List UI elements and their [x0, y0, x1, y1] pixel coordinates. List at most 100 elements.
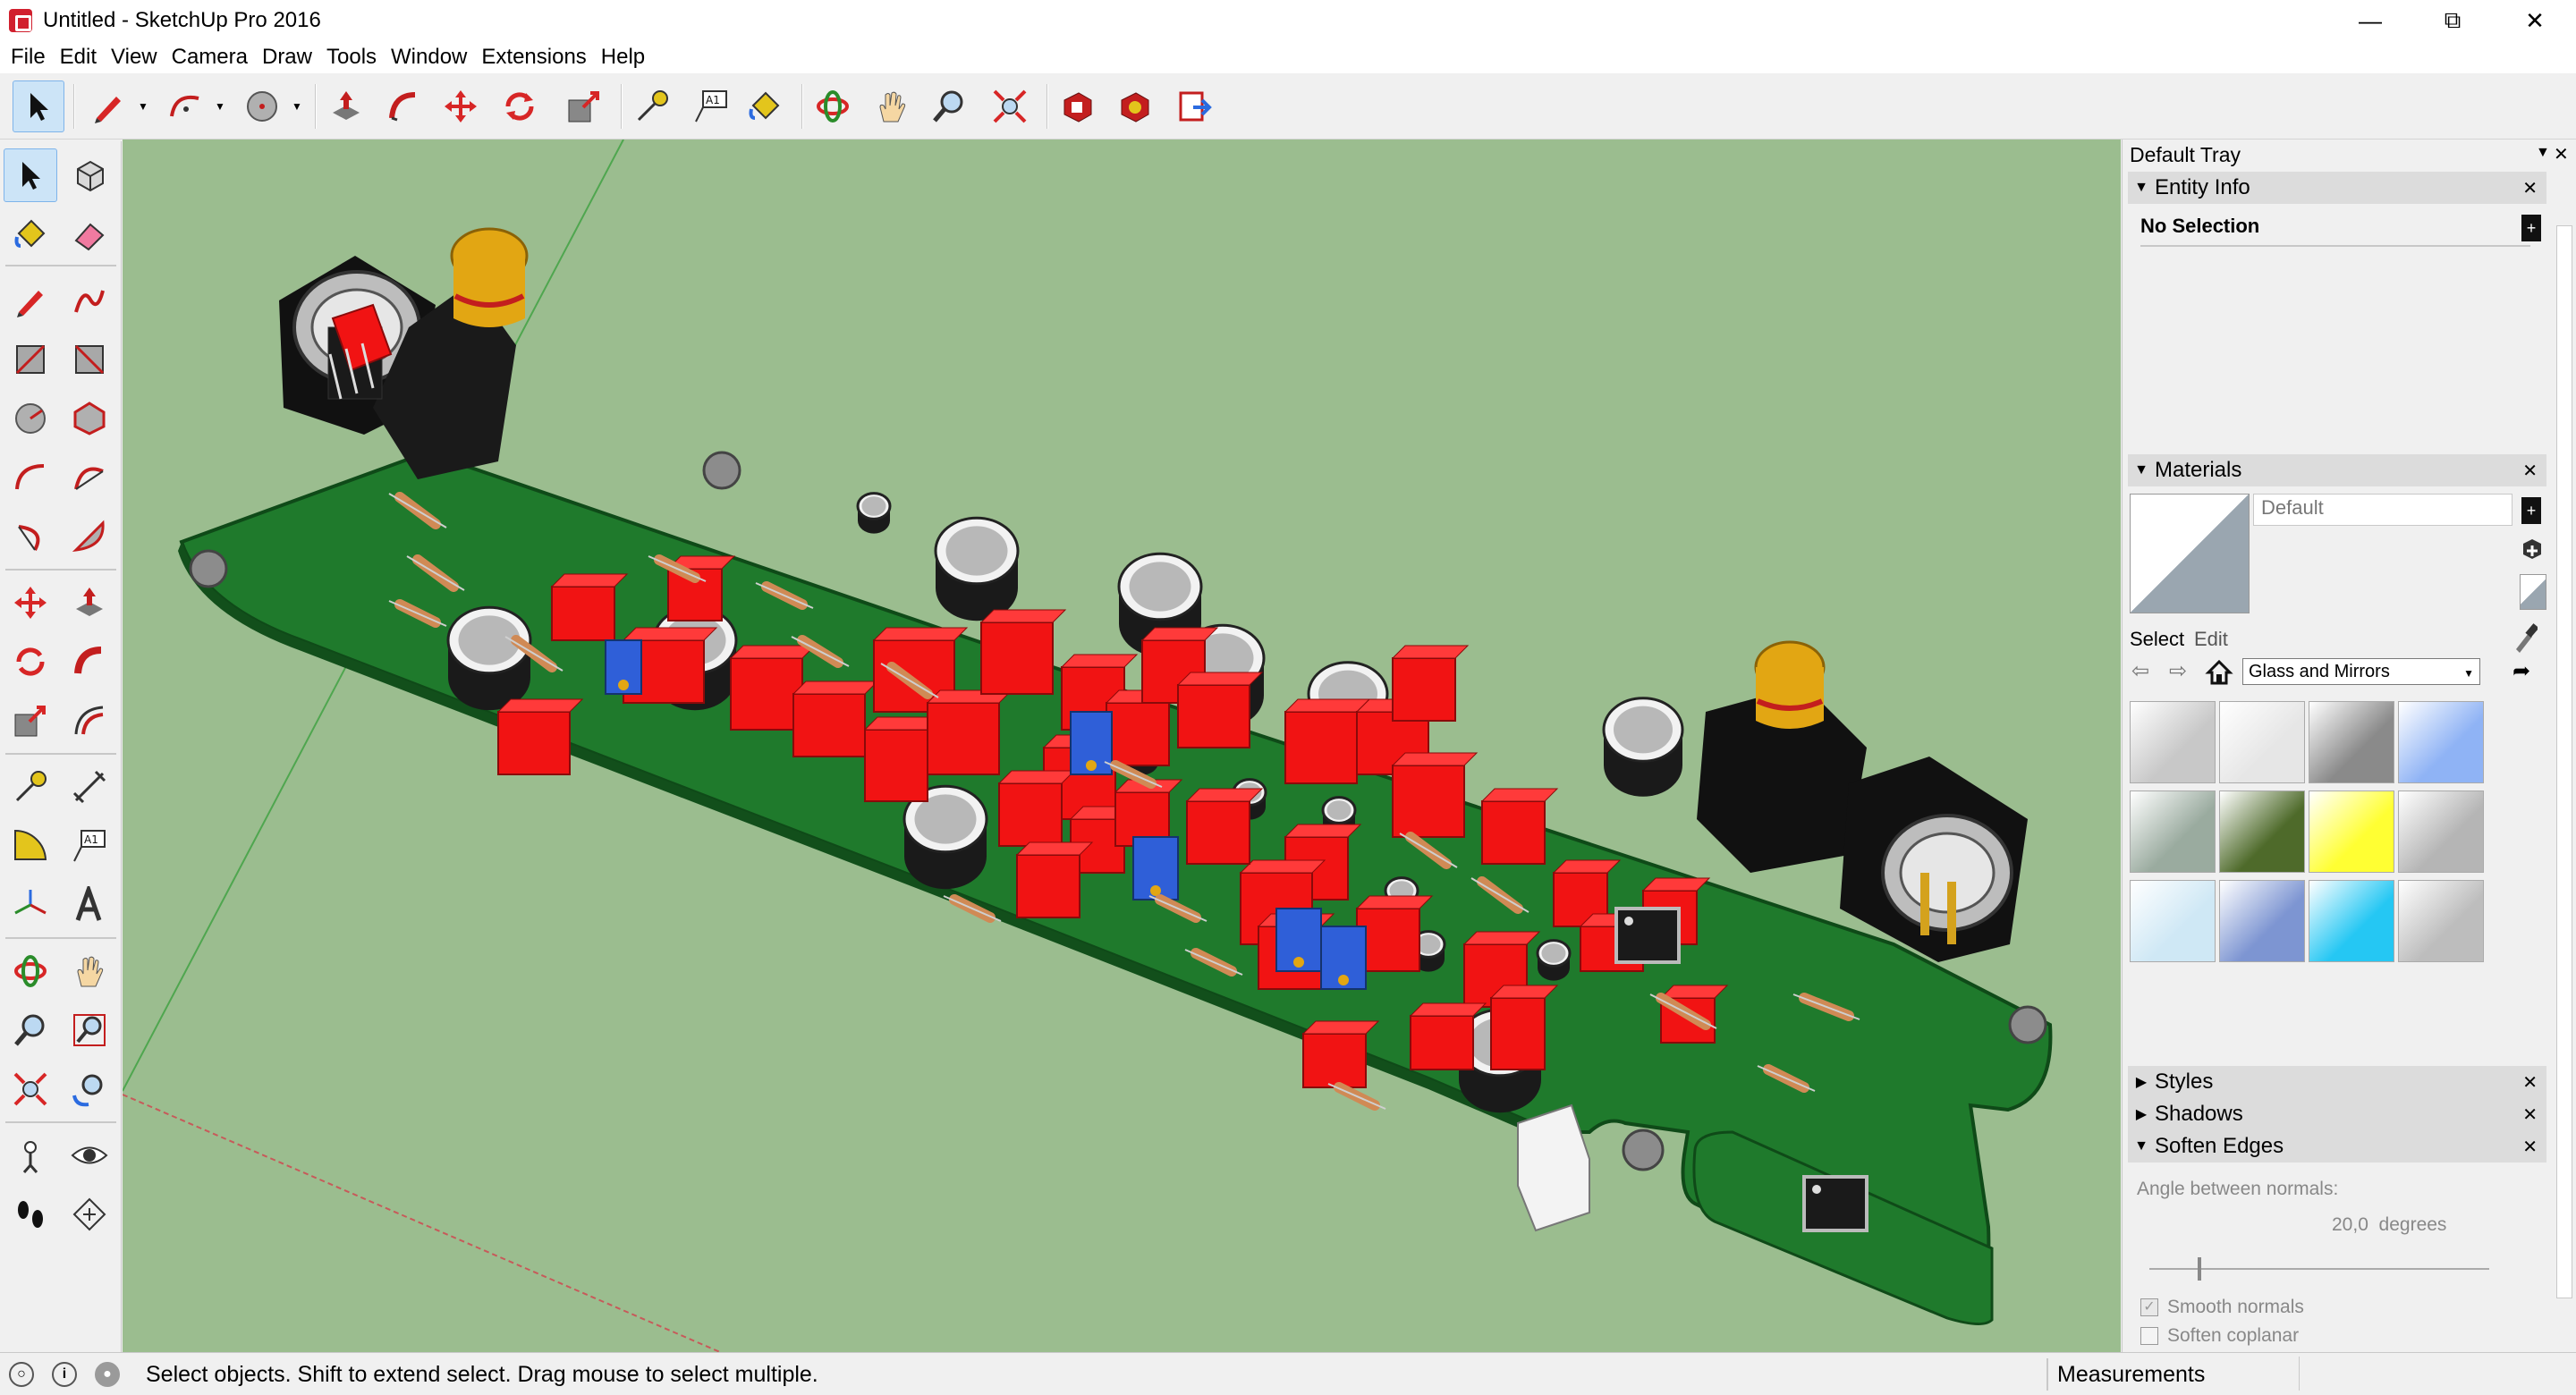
- menu-edit[interactable]: Edit: [53, 41, 104, 73]
- tool-rectangle[interactable]: [4, 333, 57, 386]
- angle-slider-handle[interactable]: [2198, 1257, 2201, 1281]
- details-toggle-icon[interactable]: +: [2521, 215, 2541, 241]
- tool-zoom-extents[interactable]: [4, 1062, 57, 1116]
- material-swatch-glass-gray-1[interactable]: [2130, 701, 2216, 783]
- tool-paint-bucket[interactable]: [4, 207, 57, 261]
- tool-2point-arc[interactable]: [63, 451, 116, 504]
- tray-scrollbar[interactable]: [2553, 190, 2576, 1352]
- close-icon[interactable]: ✕: [2522, 177, 2538, 199]
- styles-header[interactable]: ▶ Styles ✕: [2128, 1066, 2546, 1098]
- material-name-field[interactable]: Default: [2253, 494, 2512, 526]
- forward-arrow-icon[interactable]: ⇨: [2169, 658, 2187, 684]
- default-material-icon[interactable]: [2520, 574, 2546, 610]
- info-icon[interactable]: i: [52, 1362, 77, 1387]
- material-swatch-glass-cyan[interactable]: [2309, 880, 2394, 962]
- orbit-button[interactable]: [807, 80, 859, 132]
- minimize-button[interactable]: —: [2329, 0, 2411, 41]
- tool-rotate[interactable]: [4, 635, 57, 689]
- rotate-tool-button[interactable]: [494, 80, 546, 132]
- tool-rotated-rectangle[interactable]: [63, 333, 116, 386]
- close-button[interactable]: ✕: [2494, 0, 2576, 41]
- select-tool-button[interactable]: [13, 80, 64, 132]
- material-collection-select[interactable]: Glass and Mirrors ▼: [2242, 658, 2480, 685]
- extension-warehouse-button[interactable]: [1109, 80, 1161, 132]
- close-icon[interactable]: ✕: [2522, 1136, 2538, 1158]
- line-tool-button[interactable]: [82, 80, 134, 132]
- material-swatch-glass-block[interactable]: [2309, 701, 2394, 783]
- menu-window[interactable]: Window: [384, 41, 474, 73]
- push-pull-button[interactable]: [320, 80, 372, 132]
- tray-close-icon[interactable]: ✕: [2554, 143, 2569, 165]
- close-icon[interactable]: ✕: [2522, 1103, 2538, 1126]
- tool-arc[interactable]: [4, 451, 57, 504]
- tool-circle[interactable]: [4, 392, 57, 445]
- arc-tool-button[interactable]: [159, 80, 211, 132]
- menu-tools[interactable]: Tools: [319, 41, 384, 73]
- create-material-icon[interactable]: [2520, 537, 2545, 562]
- send-to-layout-button[interactable]: [1168, 80, 1220, 132]
- menu-file[interactable]: File: [4, 41, 53, 73]
- pan-button[interactable]: [866, 80, 918, 132]
- tool-line[interactable]: [4, 274, 57, 327]
- material-swatch-glass-sky[interactable]: [2219, 880, 2305, 962]
- material-swatch-glass-yellow[interactable]: [2309, 790, 2394, 873]
- user-account-icon[interactable]: ●: [95, 1362, 120, 1387]
- circle-dropdown-button[interactable]: ▼: [288, 80, 306, 132]
- geo-location-icon[interactable]: ○: [9, 1362, 34, 1387]
- tool-polygon[interactable]: [63, 392, 116, 445]
- material-swatch-glass-gray-2[interactable]: [2219, 701, 2305, 783]
- tool-walk[interactable]: [4, 1188, 57, 1241]
- tool-scale[interactable]: [4, 694, 57, 748]
- tool-orbit[interactable]: [4, 944, 57, 998]
- details-arrow-icon[interactable]: ➦: [2512, 658, 2530, 684]
- shadows-header[interactable]: ▶ Shadows ✕: [2128, 1098, 2546, 1130]
- material-swatch-glass-green-pattern[interactable]: [2130, 790, 2216, 873]
- smooth-normals-checkbox[interactable]: ✓: [2140, 1298, 2158, 1316]
- tool-pie[interactable]: [63, 510, 116, 563]
- tool-axes[interactable]: [4, 878, 57, 932]
- menu-extensions[interactable]: Extensions: [474, 41, 593, 73]
- menu-camera[interactable]: Camera: [165, 41, 255, 73]
- tool-follow-me[interactable]: [63, 635, 116, 689]
- material-swatch-glass-light-blue-grid[interactable]: [2130, 880, 2216, 962]
- close-icon[interactable]: ✕: [2522, 1071, 2538, 1094]
- tool-zoom[interactable]: [4, 1003, 57, 1057]
- line-dropdown-button[interactable]: ▼: [134, 80, 152, 132]
- model-viewport[interactable]: [123, 140, 2121, 1352]
- tool-make-component[interactable]: [63, 148, 116, 202]
- tool-previous-view[interactable]: [63, 1062, 116, 1116]
- material-swatch-glass-noise[interactable]: [2398, 880, 2484, 962]
- tool-dimension[interactable]: [63, 760, 116, 814]
- soften-edges-header[interactable]: ▼ Soften Edges ✕: [2128, 1130, 2546, 1162]
- arc-dropdown-button[interactable]: ▼: [211, 80, 229, 132]
- restore-button[interactable]: ⧉: [2411, 0, 2494, 41]
- tool-zoom-window[interactable]: [63, 1003, 116, 1057]
- menu-help[interactable]: Help: [594, 41, 652, 73]
- tray-pin-icon[interactable]: ▼: [2536, 145, 2550, 161]
- text-tool-button[interactable]: A1: [685, 80, 737, 132]
- tool-push-pull[interactable]: [63, 576, 116, 630]
- entity-info-header[interactable]: ▼ Entity Info ✕: [2128, 172, 2546, 204]
- tool-text[interactable]: A1: [63, 819, 116, 873]
- tool-protractor[interactable]: [4, 819, 57, 873]
- tool-freehand[interactable]: [63, 274, 116, 327]
- tool-position-camera[interactable]: [4, 1129, 57, 1182]
- menu-view[interactable]: View: [104, 41, 165, 73]
- material-swatch-glass-gray-3[interactable]: [2398, 790, 2484, 873]
- tool-offset[interactable]: [63, 694, 116, 748]
- measurements-input[interactable]: [2299, 1357, 2567, 1391]
- materials-header[interactable]: ▼ Materials ✕: [2128, 454, 2546, 486]
- warehouse-button[interactable]: [1052, 80, 1104, 132]
- tab-edit[interactable]: Edit: [2194, 628, 2228, 651]
- close-icon[interactable]: ✕: [2522, 460, 2538, 482]
- home-icon[interactable]: [2205, 658, 2233, 687]
- back-arrow-icon[interactable]: ⇦: [2131, 658, 2149, 684]
- material-swatch-glass-blue[interactable]: [2398, 701, 2484, 783]
- tool-pan[interactable]: [63, 944, 116, 998]
- tool-3d-text[interactable]: [63, 878, 116, 932]
- tool-tape-measure[interactable]: [4, 760, 57, 814]
- circle-tool-button[interactable]: [236, 80, 288, 132]
- tool-eraser[interactable]: [63, 207, 116, 261]
- menu-draw[interactable]: Draw: [255, 41, 319, 73]
- paint-bucket-button[interactable]: [739, 80, 791, 132]
